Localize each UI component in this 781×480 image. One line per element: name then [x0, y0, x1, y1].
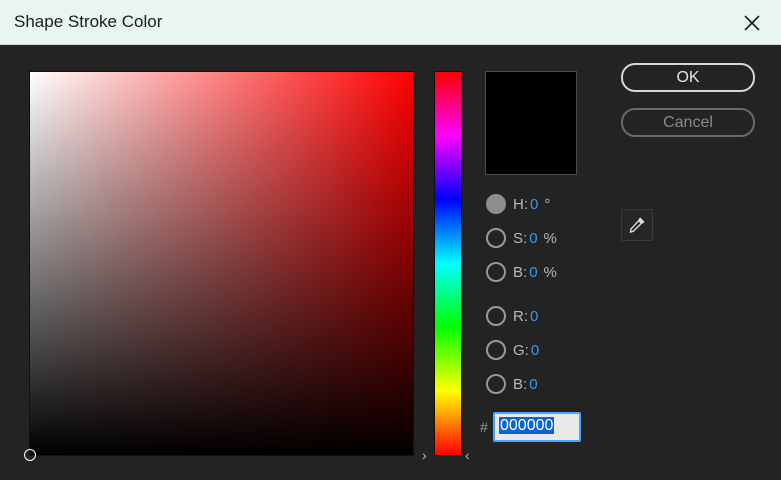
saturation-field-row: S: 0 % [486, 226, 557, 250]
hex-input-selected-text: 000000 [499, 417, 555, 434]
close-icon [744, 15, 760, 31]
hue-field-row: H: 0 ° [486, 192, 550, 216]
eyedropper-button[interactable] [621, 209, 653, 241]
green-field-row: G: 0 [486, 338, 539, 362]
brightness-label: B: [513, 263, 528, 281]
hex-hash-label: # [480, 419, 488, 435]
hue-slider-left-arrow[interactable]: › [422, 448, 427, 462]
blue-radio[interactable] [486, 374, 506, 394]
hue-radio[interactable] [486, 194, 506, 214]
saturation-value[interactable]: 0 [529, 230, 537, 247]
close-button[interactable] [737, 8, 767, 38]
hue-value[interactable]: 0 [530, 196, 538, 213]
red-field-row: R: 0 [486, 304, 538, 328]
ok-button[interactable]: OK [621, 63, 755, 92]
brightness-unit: % [543, 263, 557, 281]
saturation-brightness-field[interactable] [24, 71, 414, 461]
green-value[interactable]: 0 [531, 342, 539, 359]
saturation-radio[interactable] [486, 228, 506, 248]
sb-field-cursor[interactable] [24, 449, 36, 461]
eyedropper-icon [629, 217, 645, 233]
saturation-label: S: [513, 229, 528, 247]
green-label: G: [513, 341, 529, 359]
hue-slider-right-arrow[interactable]: ‹ [465, 448, 470, 462]
title-bar: Shape Stroke Color [0, 0, 781, 45]
hex-input[interactable]: 000000 [493, 412, 581, 442]
blue-value[interactable]: 0 [529, 376, 537, 393]
hue-label: H: [513, 195, 528, 213]
hue-unit: ° [544, 195, 551, 213]
blue-label: B: [513, 375, 528, 393]
red-label: R: [513, 307, 528, 325]
color-preview-swatch [485, 71, 577, 175]
brightness-field-row: B: 0 % [486, 260, 557, 284]
blue-field-row: B: 0 [486, 372, 538, 396]
dialog-title: Shape Stroke Color [14, 12, 163, 31]
brightness-radio[interactable] [486, 262, 506, 282]
cancel-button[interactable]: Cancel [621, 108, 755, 137]
red-value[interactable]: 0 [530, 308, 538, 325]
saturation-unit: % [543, 229, 557, 247]
brightness-value[interactable]: 0 [529, 264, 537, 281]
color-picker-dialog: › ‹ H: 0 ° S: 0 % B: 0 % R: 0 G: 0 B: 0 … [0, 45, 781, 480]
green-radio[interactable] [486, 340, 506, 360]
hue-slider[interactable] [434, 71, 462, 456]
red-radio[interactable] [486, 306, 506, 326]
